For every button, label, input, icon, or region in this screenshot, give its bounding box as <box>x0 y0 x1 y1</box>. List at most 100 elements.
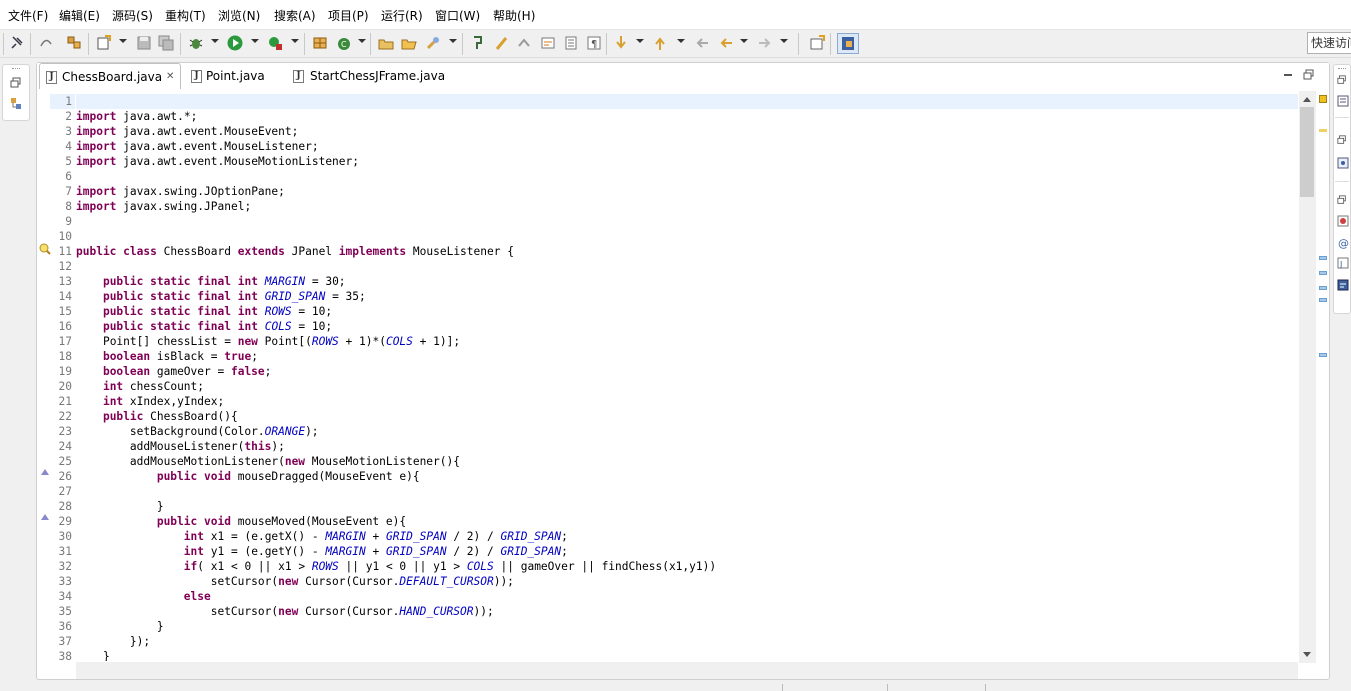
open-perspective-icon[interactable] <box>808 34 826 52</box>
external-tools-dropdown-icon[interactable] <box>291 39 299 43</box>
back-dropdown-icon[interactable] <box>740 39 748 43</box>
code-line[interactable]: import java.awt.event.MouseMotionListene… <box>76 154 359 169</box>
show-whitespace-icon[interactable]: ¶ <box>585 34 603 52</box>
occurrence-marker[interactable] <box>1319 298 1327 302</box>
code-line[interactable]: int xIndex,yIndex; <box>76 394 224 409</box>
menu-source[interactable]: 源码(S) <box>112 8 153 24</box>
declaration-icon[interactable]: J <box>1337 257 1349 269</box>
forward-icon[interactable] <box>756 34 774 52</box>
run-icon[interactable] <box>226 34 244 52</box>
new-java-class-icon[interactable]: C <box>335 34 353 52</box>
previous-edit-icon[interactable] <box>651 34 669 52</box>
scroll-down-icon[interactable] <box>1303 652 1311 657</box>
pin-icon[interactable] <box>8 34 26 52</box>
code-line[interactable]: addMouseMotionListener(new MouseMotionLi… <box>76 454 460 469</box>
restore-icon[interactable] <box>1337 135 1347 145</box>
code-editor[interactable]: import java.awt.*; import java.awt.event.… <box>76 91 1298 661</box>
warning-marker[interactable] <box>1319 129 1327 132</box>
next-edit-dropdown-icon[interactable] <box>636 39 644 43</box>
overview-ruler[interactable] <box>1317 91 1329 663</box>
outline-icon[interactable] <box>1337 157 1349 169</box>
menu-edit[interactable]: 编辑(E) <box>59 8 100 24</box>
code-line[interactable]: Point[] chessList = new Point[(ROWS + 1)… <box>76 334 460 349</box>
debug-dropdown-icon[interactable] <box>211 39 219 43</box>
menu-help[interactable]: 帮助(H) <box>493 8 535 24</box>
back-icon[interactable] <box>717 34 735 52</box>
restore-icon[interactable] <box>10 77 22 89</box>
last-edit-location-icon[interactable] <box>694 34 712 52</box>
search-tool-icon[interactable] <box>424 34 442 52</box>
new-icon[interactable] <box>95 34 113 52</box>
java-perspective-icon[interactable] <box>837 33 859 54</box>
search-dropdown-icon[interactable] <box>449 39 457 43</box>
new-java-package-icon[interactable] <box>311 34 329 52</box>
problems-icon[interactable] <box>1337 215 1349 227</box>
console-icon[interactable] <box>1337 279 1349 291</box>
code-line[interactable]: if( x1 < 0 || x1 > ROWS || y1 < 0 || y1 … <box>76 559 716 574</box>
menu-navigate[interactable]: 浏览(N) <box>218 8 260 24</box>
minimize-icon[interactable] <box>1282 69 1294 81</box>
next-edit-icon[interactable] <box>612 34 630 52</box>
maximize-icon[interactable] <box>1303 69 1315 81</box>
restore-icon[interactable] <box>1337 195 1347 205</box>
occurrence-marker[interactable] <box>1319 286 1327 290</box>
warning-lightbulb-icon[interactable] <box>39 243 51 255</box>
code-line[interactable]: int chessCount; <box>76 379 204 394</box>
code-line[interactable]: } <box>76 499 164 514</box>
occurrence-marker[interactable] <box>1319 353 1327 357</box>
code-line[interactable]: int y1 = (e.getY() - MARGIN + GRID_SPAN … <box>76 544 568 559</box>
javadoc-icon[interactable]: @ <box>1337 237 1349 249</box>
debug-icon[interactable] <box>187 34 205 52</box>
save-icon[interactable] <box>135 34 153 52</box>
code-line[interactable]: public class ChessBoard extends JPanel i… <box>76 244 514 259</box>
tab-startchessjframe-java[interactable]: J StartChessJFrame.java <box>291 63 451 89</box>
code-line[interactable]: else <box>76 589 211 604</box>
horizontal-scrollbar[interactable] <box>76 662 1298 679</box>
warning-summary-icon[interactable] <box>1319 95 1327 103</box>
code-line[interactable]: } <box>76 619 164 634</box>
code-line[interactable]: addMouseListener(this); <box>76 439 285 454</box>
code-line[interactable]: boolean isBlack = true; <box>76 349 258 364</box>
menu-search[interactable]: 搜索(A) <box>274 8 316 24</box>
block-selection-icon[interactable] <box>562 34 580 52</box>
task-list-icon[interactable] <box>1337 95 1349 107</box>
code-line[interactable]: import javax.swing.JOptionPane; <box>76 184 285 199</box>
previous-edit-dropdown-icon[interactable] <box>677 39 685 43</box>
next-annotation-icon[interactable] <box>515 34 533 52</box>
code-line[interactable]: public ChessBoard(){ <box>76 409 238 424</box>
code-line[interactable]: setCursor(new Cursor(Cursor.DEFAULT_CURS… <box>76 574 514 589</box>
package-explorer-icon[interactable] <box>65 34 83 52</box>
quick-access-input[interactable]: 快速访问 <box>1307 32 1351 54</box>
code-line[interactable]: public static final int GRID_SPAN = 35; <box>76 289 366 304</box>
tab-point-java[interactable]: J Point.java <box>189 63 279 89</box>
code-line[interactable]: setBackground(Color.ORANGE); <box>76 424 319 439</box>
annotation-icon[interactable] <box>469 34 487 52</box>
save-all-icon[interactable] <box>157 34 175 52</box>
menu-project[interactable]: 项目(P) <box>328 8 369 24</box>
code-line[interactable]: } <box>76 649 110 661</box>
menu-refactor[interactable]: 重构(T) <box>165 8 206 24</box>
code-line[interactable]: }); <box>76 634 150 649</box>
mark-occurrences-icon[interactable] <box>493 34 511 52</box>
code-line[interactable]: public void mouseDragged(MouseEvent e){ <box>76 469 420 484</box>
code-line[interactable]: setCursor(new Cursor(Cursor.HAND_CURSOR)… <box>76 604 494 619</box>
new-class-dropdown-icon[interactable] <box>358 39 366 43</box>
open-type-icon[interactable] <box>377 34 395 52</box>
package-explorer-view-icon[interactable] <box>10 97 22 111</box>
code-line[interactable]: import javax.swing.JPanel; <box>76 199 251 214</box>
close-icon[interactable]: ✕ <box>166 64 174 90</box>
undo-link-icon[interactable] <box>37 34 55 52</box>
toggle-breadcrumb-icon[interactable] <box>539 34 557 52</box>
vertical-scroll-thumb[interactable] <box>1300 107 1314 197</box>
new-dropdown-icon[interactable] <box>119 39 127 43</box>
code-line[interactable]: public static final int ROWS = 10; <box>76 304 332 319</box>
menu-run[interactable]: 运行(R) <box>381 8 423 24</box>
occurrence-marker[interactable] <box>1319 271 1327 275</box>
menu-window[interactable]: 窗口(W) <box>435 8 480 24</box>
tab-chessboard-java[interactable]: J ChessBoard.java ✕ <box>39 63 181 89</box>
code-line[interactable]: public static final int MARGIN = 30; <box>76 274 346 289</box>
code-line[interactable]: import java.awt.event.MouseListener; <box>76 139 319 154</box>
external-tools-icon[interactable] <box>266 34 284 52</box>
code-line[interactable]: public static final int COLS = 10; <box>76 319 332 334</box>
code-line[interactable]: public void mouseMoved(MouseEvent e){ <box>76 514 406 529</box>
